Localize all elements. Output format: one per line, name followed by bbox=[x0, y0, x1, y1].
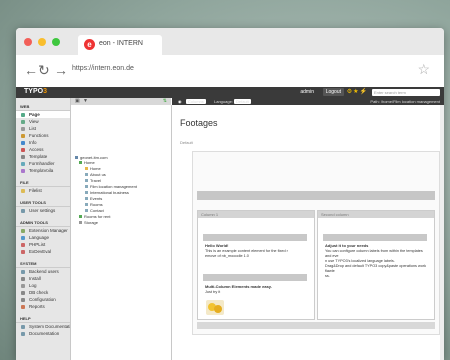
column-2: Second column Adjust it to your needs Yo… bbox=[317, 210, 435, 320]
module-exdeveval[interactable]: ExDevEval bbox=[16, 248, 70, 255]
content-element-header[interactable] bbox=[203, 234, 307, 241]
column-1: Column 1 Hello World! This is an example… bbox=[197, 210, 315, 320]
search-input[interactable]: Enter search term bbox=[372, 89, 440, 96]
column-1-header: Column 1 bbox=[198, 211, 314, 218]
page-path: Path: /home/Film location management bbox=[370, 99, 440, 104]
browser-tab[interactable]: e eon - INTERN bbox=[78, 35, 162, 55]
eon-favicon-icon: e bbox=[84, 39, 95, 50]
tree-node-film[interactable]: Film location management bbox=[85, 184, 137, 189]
module-configuration[interactable]: Configuration bbox=[16, 296, 70, 303]
module-templavoila[interactable]: TemplaVoila bbox=[16, 167, 70, 174]
typo3-topbar: TYPO3 admin Logout ⚙★⚡ Enter search term bbox=[16, 87, 444, 98]
module-phplist[interactable]: PHPList bbox=[16, 241, 70, 248]
tree-node-rooms-rent[interactable]: Rooms for rent bbox=[79, 214, 110, 219]
module-db-check[interactable]: DB check bbox=[16, 289, 70, 296]
emoji-image bbox=[206, 300, 224, 315]
module-view[interactable]: View bbox=[16, 118, 70, 125]
module-menu: WEB Page View List Functions Info Access… bbox=[16, 98, 71, 360]
content-scrollbar[interactable] bbox=[440, 105, 444, 360]
user-name[interactable]: admin bbox=[300, 89, 314, 95]
module-backend-users[interactable]: Backend users bbox=[16, 268, 70, 275]
columns-icon: ◉ bbox=[178, 99, 182, 104]
tree-node-storage[interactable]: Storage bbox=[79, 220, 98, 225]
tree-node-international[interactable]: International business bbox=[85, 190, 129, 195]
tree-node-travel[interactable]: Travel bbox=[85, 178, 101, 183]
content-element-header[interactable] bbox=[323, 234, 427, 241]
browser-window: e eon - INTERN ← ↻ → https://intern.eon.… bbox=[16, 28, 444, 360]
module-info[interactable]: Info bbox=[16, 139, 70, 146]
module-formhandler[interactable]: Formhandler bbox=[16, 160, 70, 167]
module-extension-manager[interactable]: Extension Manager bbox=[16, 227, 70, 234]
maximize-window-button[interactable] bbox=[52, 38, 60, 46]
content-text: Adjust it to your needs You can configur… bbox=[325, 243, 427, 278]
filter-icon[interactable]: ▼ bbox=[83, 98, 88, 104]
module-language[interactable]: Language bbox=[16, 234, 70, 241]
reload-icon[interactable]: ↻ bbox=[38, 63, 50, 77]
logout-button[interactable]: Logout bbox=[322, 88, 344, 96]
close-window-button[interactable] bbox=[24, 38, 32, 46]
column-2-header: Second column bbox=[318, 211, 434, 218]
page-layout-frame: Column 1 Hello World! This is an example… bbox=[192, 151, 440, 335]
language-select[interactable]: Default bbox=[234, 99, 251, 104]
refresh-icon[interactable]: ⇅ bbox=[163, 98, 167, 104]
new-page-icon[interactable]: ▣ bbox=[75, 98, 80, 104]
forward-arrow-icon[interactable]: → bbox=[54, 63, 68, 77]
doc-header: ◉ Columns Language: Default Path: /home/… bbox=[172, 98, 444, 105]
module-filelist[interactable]: Filelist bbox=[16, 187, 70, 194]
tree-node-home[interactable]: Home bbox=[79, 160, 95, 165]
section-help: HELP bbox=[16, 313, 70, 323]
content-text: Hello World! This is an example content … bbox=[205, 243, 288, 258]
tab-bar: e eon - INTERN bbox=[16, 28, 444, 55]
section-system: SYSTEM bbox=[16, 258, 70, 268]
module-log[interactable]: Log bbox=[16, 282, 70, 289]
section-user-tools: USER TOOLS bbox=[16, 197, 70, 207]
layout-footer-band bbox=[197, 322, 435, 329]
module-template[interactable]: Template bbox=[16, 153, 70, 160]
module-user-settings[interactable]: User settings bbox=[16, 207, 70, 214]
section-file: FILE bbox=[16, 177, 70, 187]
tree-node-about[interactable]: About us bbox=[85, 172, 106, 177]
url-field[interactable]: https://intern.eon.de bbox=[72, 65, 134, 72]
module-install[interactable]: Install bbox=[16, 275, 70, 282]
module-functions[interactable]: Functions bbox=[16, 132, 70, 139]
columns-select[interactable]: Columns bbox=[186, 99, 206, 104]
language-label: Language: bbox=[214, 99, 233, 104]
module-page[interactable]: Page bbox=[16, 111, 70, 118]
content-text: Multi-Column Elements made easy. Just tr… bbox=[205, 284, 272, 294]
content-area: Footages Default Column 1 Hello World! T… bbox=[172, 105, 444, 360]
module-documentation[interactable]: Documentation bbox=[16, 330, 70, 337]
typo3-logo: TYPO3 bbox=[24, 88, 47, 95]
module-reports[interactable]: Reports bbox=[16, 303, 70, 310]
section-web: WEB bbox=[16, 101, 70, 111]
tab-title: eon - INTERN bbox=[99, 40, 143, 47]
tree-node-events[interactable]: Events bbox=[85, 196, 102, 201]
section-admin-tools: ADMIN TOOLS bbox=[16, 217, 70, 227]
toolbar-icons[interactable]: ⚙★⚡ bbox=[347, 88, 368, 95]
bookmark-star-icon[interactable]: ☆ bbox=[417, 61, 430, 78]
content-element-header[interactable] bbox=[203, 274, 307, 281]
module-list[interactable]: List bbox=[16, 125, 70, 132]
page-tree: geonet-itm.com Home Home About us Travel… bbox=[71, 105, 172, 360]
tree-node-rooms[interactable]: Rooms bbox=[85, 202, 103, 207]
tree-node-home-sub[interactable]: Home bbox=[85, 166, 101, 171]
address-bar: ← ↻ → https://intern.eon.de ☆ bbox=[16, 55, 444, 88]
default-label: Default bbox=[180, 140, 193, 145]
module-system-documentation[interactable]: System Documentation bbox=[16, 323, 70, 330]
module-access[interactable]: Access bbox=[16, 146, 70, 153]
page-title: Footages bbox=[180, 118, 218, 128]
tree-node-contact[interactable]: Contact bbox=[85, 208, 104, 213]
back-arrow-icon[interactable]: ← bbox=[24, 63, 38, 77]
layout-header-band bbox=[197, 191, 435, 200]
minimize-window-button[interactable] bbox=[38, 38, 46, 46]
